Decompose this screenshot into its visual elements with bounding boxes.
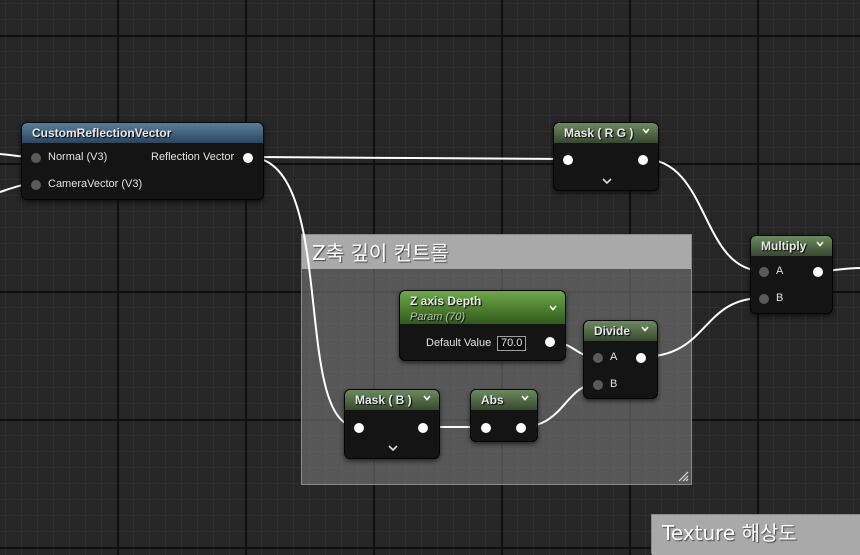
abs-output-pin[interactable] — [516, 423, 526, 433]
divide-b-input-pin[interactable] — [593, 380, 603, 390]
chevron-down-icon[interactable] — [815, 239, 825, 249]
abs-input-pin[interactable] — [481, 423, 491, 433]
default-value-label: Default Value — [426, 337, 492, 349]
reflection-vector-output-label: Reflection Vector — [151, 151, 235, 163]
param-subtitle: Param (70) — [410, 311, 466, 323]
reflection-vector-output-pin[interactable] — [243, 153, 253, 163]
mask-b-node[interactable]: Mask ( B ) — [344, 389, 440, 459]
abs-node[interactable]: Abs — [470, 389, 538, 442]
mask-b-output-pin[interactable] — [418, 423, 428, 433]
default-value-input[interactable]: 70.0 — [497, 336, 527, 351]
param-name: Z axis Depth — [410, 294, 482, 308]
mask-rg-output-pin[interactable] — [638, 155, 648, 165]
chevron-down-icon[interactable] — [640, 324, 650, 334]
node-title-text: Abs — [481, 393, 504, 407]
wire-reflection-to-mask-rg — [247, 156, 568, 160]
node-title-text: Divide — [594, 324, 631, 338]
node-title-text: Multiply — [761, 239, 807, 253]
divide-a-label: A — [610, 351, 618, 363]
node-title: Mask ( R G ) — [554, 123, 658, 143]
z-axis-depth-node[interactable]: Z axis Depth Param (70) Default Value 70… — [399, 290, 566, 361]
chevron-down-icon[interactable] — [520, 393, 530, 403]
wire-mask-rg-to-multiply — [642, 158, 764, 272]
wire-reflection-to-mask-b — [247, 156, 359, 428]
multiply-a-label: A — [776, 265, 784, 277]
expand-arrow-icon[interactable] — [387, 445, 399, 453]
divide-b-label: B — [610, 378, 618, 390]
node-title: Z axis Depth Param (70) — [400, 291, 565, 324]
node-title: Abs — [471, 390, 537, 410]
node-title-text: Mask ( B ) — [355, 393, 412, 407]
normal-input-label: Normal (V3) — [48, 151, 108, 163]
z-depth-output-pin[interactable] — [545, 337, 555, 347]
node-title: Mask ( B ) — [345, 390, 439, 410]
chevron-down-icon[interactable] — [641, 126, 651, 136]
multiply-a-input-pin[interactable] — [759, 267, 769, 277]
normal-input-pin[interactable] — [31, 153, 41, 163]
node-title: CustomReflectionVector — [22, 123, 263, 143]
mask-rg-node[interactable]: Mask ( R G ) — [553, 122, 659, 191]
wire-divide-to-multiply — [640, 297, 764, 358]
divide-output-pin[interactable] — [636, 353, 646, 363]
node-title-text: Mask ( R G ) — [564, 126, 634, 140]
mask-b-input-pin[interactable] — [354, 423, 364, 433]
divide-a-input-pin[interactable] — [593, 353, 603, 363]
chevron-down-icon[interactable] — [422, 393, 432, 403]
mask-rg-input-pin[interactable] — [563, 155, 573, 165]
multiply-b-input-pin[interactable] — [759, 294, 769, 304]
expand-arrow-icon[interactable] — [601, 178, 613, 186]
node-title: Multiply — [751, 236, 832, 256]
divide-node[interactable]: Divide A B — [583, 320, 658, 399]
camera-vector-input-label: CameraVector (V3) — [48, 178, 143, 190]
camera-vector-input-pin[interactable] — [31, 180, 41, 190]
node-title: Divide — [584, 321, 657, 341]
multiply-node[interactable]: Multiply A B — [750, 235, 833, 314]
multiply-output-pin[interactable] — [813, 267, 823, 277]
chevron-down-icon[interactable] — [548, 303, 558, 313]
custom-reflection-vector-node[interactable]: CustomReflectionVector Normal (V3) Camer… — [21, 122, 264, 200]
multiply-b-label: B — [776, 292, 784, 304]
